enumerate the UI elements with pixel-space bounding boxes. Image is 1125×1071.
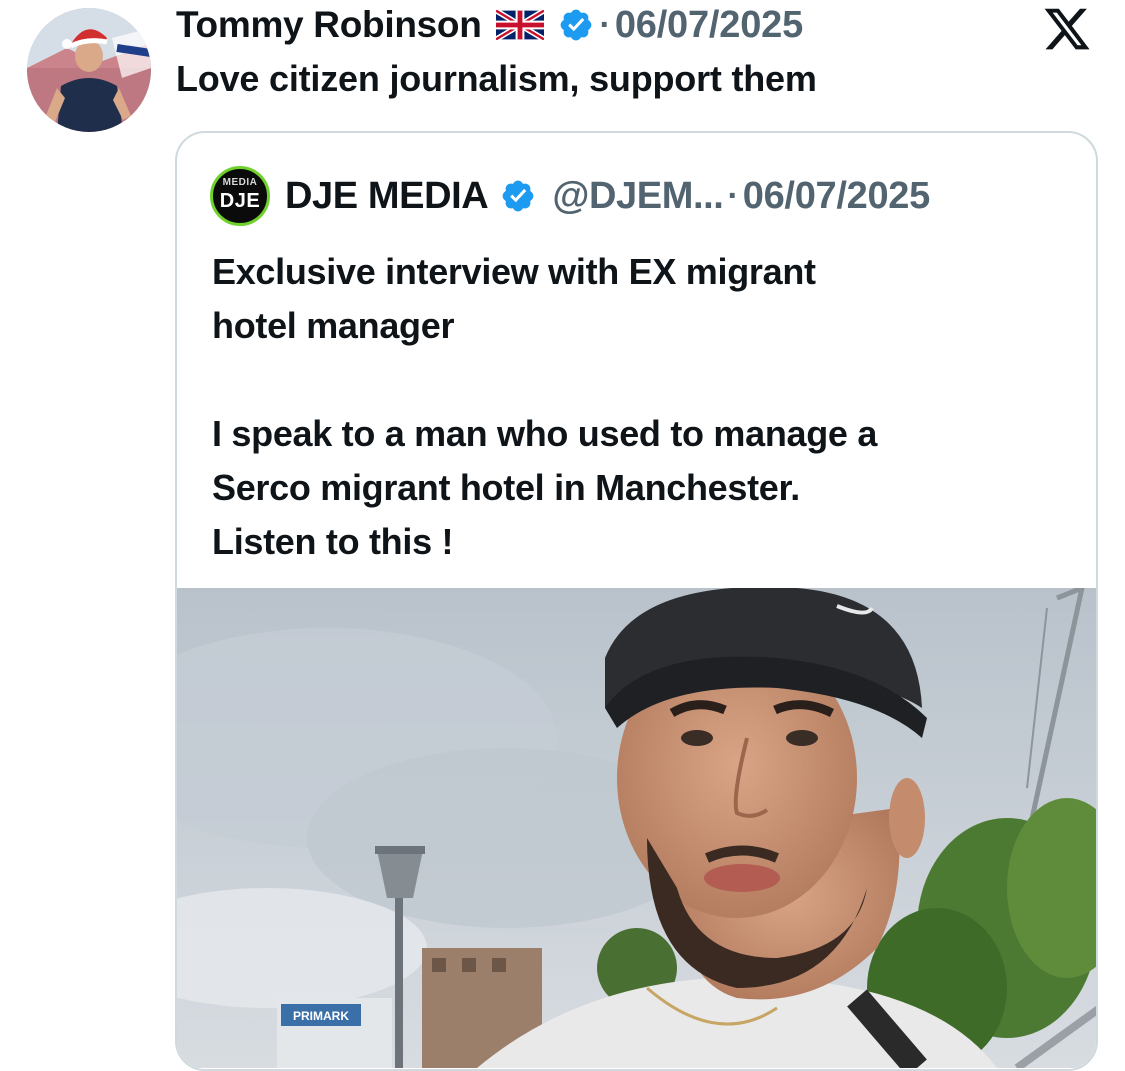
quoted-post-header: MEDIA DJE DJE MEDIA @DJEM... · 06/07/202…: [210, 166, 930, 226]
post-header: Tommy Robinson · 06/07/2025: [176, 2, 803, 48]
quoted-author-handle[interactable]: @DJEM...: [552, 175, 724, 218]
avatar-image: [27, 8, 151, 132]
primark-sign: PRIMARK: [293, 1009, 349, 1023]
quoted-text-line: Listen to this !: [212, 521, 454, 562]
quoted-author-name[interactable]: DJE MEDIA: [285, 175, 489, 218]
post-date[interactable]: 06/07/2025: [615, 4, 803, 47]
quoted-text-line: hotel manager: [212, 305, 455, 346]
x-logo-icon[interactable]: [1042, 4, 1092, 54]
verified-badge-icon[interactable]: [558, 7, 594, 43]
uk-flag-icon: [495, 10, 544, 40]
avatar-text-top: MEDIA: [222, 177, 258, 188]
video-frame-image: PRIMARK: [177, 588, 1096, 1068]
avatar-text-main: DJE: [219, 190, 261, 212]
separator-dot: ·: [727, 176, 739, 215]
quoted-post-text: Exclusive interview with EX migrant hote…: [212, 245, 1072, 569]
quoted-text-line: Exclusive interview with EX migrant: [212, 251, 816, 292]
quoted-text-line: Serco migrant hotel in Manchester.: [212, 467, 800, 508]
post-text: Love citizen journalism, support them: [176, 58, 817, 99]
quoted-post-date[interactable]: 06/07/2025: [743, 175, 930, 218]
quoted-text-line: I speak to a man who used to manage a: [212, 413, 878, 454]
post: Tommy Robinson · 06/07/2025 Love citizen…: [0, 0, 1125, 1071]
video-thumbnail[interactable]: PRIMARK: [177, 588, 1096, 1068]
separator-dot: ·: [599, 5, 611, 44]
quoted-post-card[interactable]: MEDIA DJE DJE MEDIA @DJEM... · 06/07/202…: [175, 131, 1098, 1071]
author-avatar[interactable]: [27, 8, 151, 132]
author-name[interactable]: Tommy Robinson: [176, 4, 482, 46]
verified-badge-icon[interactable]: [500, 178, 536, 214]
quoted-author-avatar[interactable]: MEDIA DJE: [210, 166, 270, 226]
